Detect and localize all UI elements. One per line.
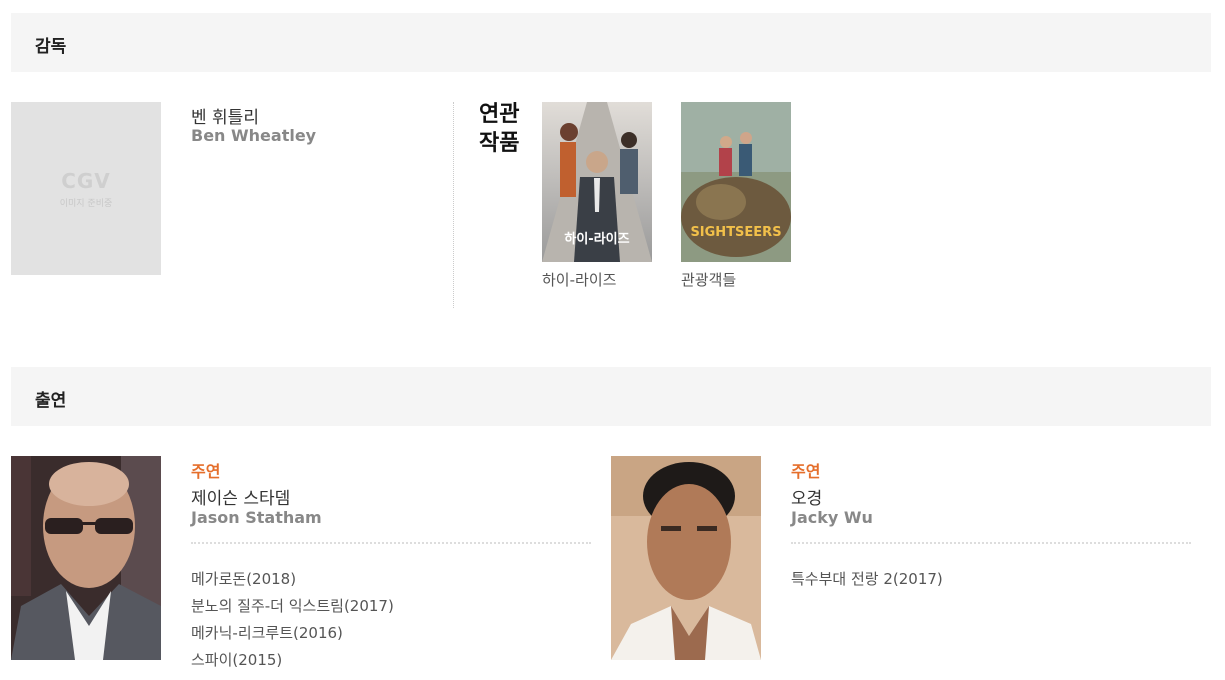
- filmography-item[interactable]: 분노의 질주-더 익스트림(2017): [191, 595, 394, 616]
- related-works-label: 연관 작품: [479, 100, 539, 158]
- filmography-item[interactable]: 스파이(2015): [191, 649, 282, 670]
- actor-role-jason-statham: 주연: [191, 462, 221, 481]
- cgv-logo: CGV: [61, 169, 111, 193]
- director-name-en: Ben Wheatley: [191, 126, 317, 145]
- poster-sightseers-image: SIGHTSEERS: [681, 102, 791, 262]
- actor-name-ko-jason-statham[interactable]: 제이슨 스타뎀: [191, 484, 290, 509]
- vertical-divider: [453, 102, 454, 308]
- actor-photo-jason-statham[interactable]: [11, 456, 161, 660]
- actor-photo-jacky-wu[interactable]: [611, 456, 761, 660]
- director-name-ko[interactable]: 벤 휘틀리: [191, 103, 259, 128]
- filmography-item[interactable]: 특수부대 전랑 2(2017): [791, 568, 943, 589]
- related-work-poster-sightseers[interactable]: SIGHTSEERS: [681, 102, 791, 262]
- related-work-title-high-rise[interactable]: 하이-라이즈: [542, 269, 616, 290]
- jason-statham-photo-image: [11, 456, 161, 660]
- director-section-title: 감독: [35, 37, 67, 57]
- placeholder-caption: 이미지 준비중: [59, 199, 113, 209]
- actor-name-ko-jacky-wu[interactable]: 오경: [791, 484, 822, 509]
- related-work-title-sightseers[interactable]: 관광객들: [681, 269, 736, 290]
- jacky-wu-photo-image: [611, 456, 761, 660]
- cast-section-header: 출연: [11, 367, 1211, 426]
- related-works-label-line2: 작품: [479, 131, 520, 156]
- filmography-item[interactable]: 메카닉-리크루트(2016): [191, 622, 343, 643]
- poster-high-rise-image: 하이-라이즈: [542, 102, 652, 262]
- director-section-header: 감독: [11, 13, 1211, 72]
- actor-divider: [791, 542, 1191, 544]
- cast-section-title: 출연: [35, 391, 67, 411]
- actor-name-en-jason-statham: Jason Statham: [191, 508, 322, 527]
- director-photo-placeholder: CGV 이미지 준비중: [11, 102, 161, 275]
- poster-high-rise-text: 하이-라이즈: [564, 231, 629, 247]
- related-works-label-line1: 연관: [479, 102, 520, 127]
- actor-divider: [191, 542, 591, 544]
- related-work-poster-high-rise[interactable]: 하이-라이즈: [542, 102, 652, 262]
- actor-role-jacky-wu: 주연: [791, 462, 821, 481]
- filmography-item[interactable]: 메가로돈(2018): [191, 568, 296, 589]
- actor-name-en-jacky-wu: Jacky Wu: [791, 508, 873, 527]
- poster-sightseers-text: SIGHTSEERS: [690, 225, 781, 240]
